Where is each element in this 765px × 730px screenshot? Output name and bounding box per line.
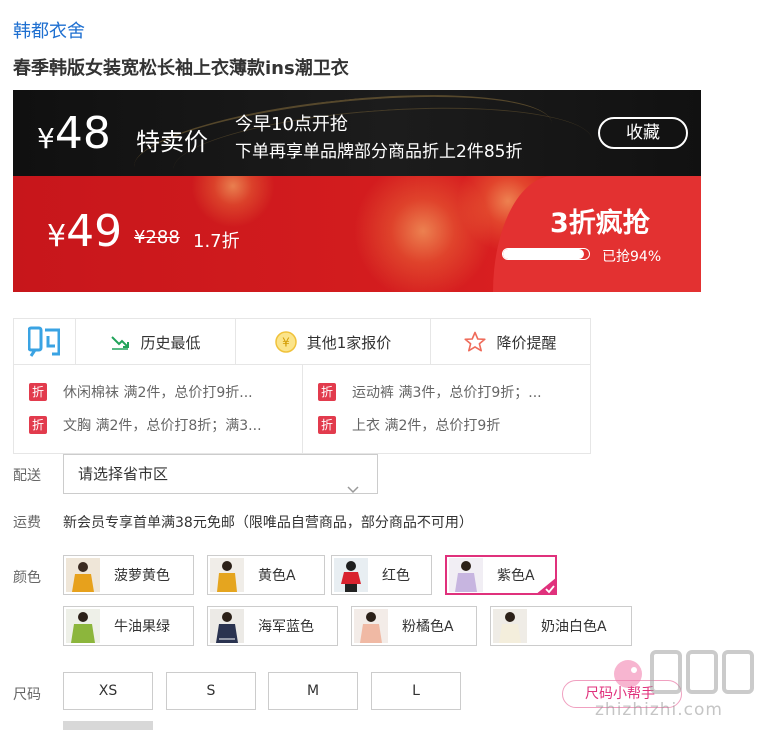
size-label: 尺码 xyxy=(13,687,41,703)
discount-badge: 折 xyxy=(29,383,47,401)
color-option-label: 海军蓝色 xyxy=(258,619,314,635)
color-option-label: 红色 xyxy=(382,568,410,584)
color-option[interactable]: 粉橘色A xyxy=(351,606,477,646)
flash-price-label: 特卖价 xyxy=(136,128,208,156)
promo-item[interactable]: 折运动裤 满3件，总价打9折；... xyxy=(318,382,542,402)
sold-percentage: 已抢94% xyxy=(602,249,662,265)
promo-divider xyxy=(302,365,303,453)
price-alert-button[interactable]: 降价提醒 xyxy=(430,319,590,365)
color-option[interactable]: 牛油果绿 xyxy=(63,606,194,646)
discount-rate: 1.7折 xyxy=(193,231,240,252)
color-option[interactable]: 黄色A xyxy=(207,555,325,595)
color-option-label: 牛油果绿 xyxy=(114,619,170,635)
color-option-label: 黄色A xyxy=(258,568,296,584)
sold-progress-fill xyxy=(503,249,584,259)
color-option-label: 粉橘色A xyxy=(402,619,454,635)
flash-price-value: 48 xyxy=(54,108,111,159)
other-offers-label: 其他1家报价 xyxy=(306,333,392,352)
chevron-down-icon xyxy=(347,470,359,508)
discount-badge: 折 xyxy=(318,416,336,434)
favorite-button[interactable]: 收藏 xyxy=(598,117,688,149)
color-thumbnail xyxy=(334,558,368,592)
product-title: 春季韩版女装宽松长袖上衣薄款ins潮卫衣 xyxy=(13,58,349,79)
delivery-label: 配送 xyxy=(13,468,41,484)
promo-text: 休闲棉袜 满2件，总价打9折... xyxy=(63,385,253,401)
size-option-s[interactable]: S xyxy=(166,672,256,710)
color-thumbnail xyxy=(66,609,100,643)
promo-item[interactable]: 折文胸 满2件，总价打8折；满3... xyxy=(29,415,262,435)
color-option[interactable]: 菠萝黄色 xyxy=(63,555,194,595)
price-tools-row: 历史最低 ¥ 其他1家报价 降价提醒 xyxy=(14,319,590,365)
promo-text: 运动裤 满3件，总价打9折；... xyxy=(352,385,542,401)
shipping-label: 运费 xyxy=(13,515,41,531)
yen-coin-icon: ¥ xyxy=(274,331,297,353)
color-option-label: 奶油白色A xyxy=(541,619,607,635)
color-thumbnail xyxy=(354,609,388,643)
promo-text: 文胸 满2件，总价打8折；满3... xyxy=(63,418,262,434)
selected-check-icon xyxy=(535,577,557,595)
color-option[interactable]: 红色 xyxy=(331,555,432,595)
star-icon xyxy=(464,331,487,353)
color-thumbnail xyxy=(210,558,244,592)
color-option-label: 紫色A xyxy=(497,568,535,584)
watermark-text: zhizhizhi.com xyxy=(595,700,723,720)
size-option-l[interactable]: L xyxy=(371,672,461,710)
shipping-text: 新会员专享首单满38元免邮（限唯品自营商品，部分商品不可用） xyxy=(63,515,473,531)
other-offers-button[interactable]: ¥ 其他1家报价 xyxy=(235,319,430,365)
sale-price-value: 49 xyxy=(66,206,123,257)
currency-symbol: ¥ xyxy=(47,219,67,254)
flash-price: ¥48 xyxy=(37,108,111,159)
color-thumbnail xyxy=(66,558,100,592)
price-info-panel: 历史最低 ¥ 其他1家报价 降价提醒 折休闲棉袜 满2件，总价打9折... 折运… xyxy=(13,318,591,454)
region-select-value: 请选择省市区 xyxy=(78,465,169,483)
price-alert-label: 降价提醒 xyxy=(496,333,557,352)
color-thumbnail xyxy=(449,558,483,592)
discount-badge: 折 xyxy=(318,383,336,401)
history-low-label: 历史最低 xyxy=(140,333,201,352)
promo-item[interactable]: 折休闲棉袜 满2件，总价打9折... xyxy=(29,382,253,402)
color-thumbnail xyxy=(493,609,527,643)
color-option-label: 菠萝黄色 xyxy=(114,568,170,584)
sale-banner: ¥49 ¥288 1.7折 3折疯抢 已抢94% xyxy=(13,176,701,292)
color-option[interactable]: 海军蓝色 xyxy=(207,606,338,646)
region-select[interactable]: 请选择省市区 xyxy=(63,454,378,494)
color-thumbnail xyxy=(210,609,244,643)
svg-text:¥: ¥ xyxy=(282,336,290,350)
gou-logo-icon xyxy=(27,326,61,358)
flash-sale-banner: ¥48 特卖价 今早10点开抢 下单再享单品牌部分商品折上2件85折 收藏 xyxy=(13,90,701,176)
sold-progress-bar xyxy=(502,248,590,260)
promo-text: 上衣 满2件，总价打9折 xyxy=(352,418,501,434)
sale-price: ¥49 xyxy=(47,206,122,257)
size-option-partial xyxy=(63,721,153,730)
firework-decoration xyxy=(188,176,278,231)
original-price: ¥288 xyxy=(134,227,180,248)
sale-headline: 3折疯抢 xyxy=(550,208,650,239)
history-low-button[interactable]: 历史最低 xyxy=(75,319,235,365)
trend-down-icon xyxy=(110,334,130,350)
color-label: 颜色 xyxy=(13,570,41,586)
store-name[interactable]: 韩都衣舍 xyxy=(13,17,85,43)
size-option-m[interactable]: M xyxy=(268,672,358,710)
color-option-selected[interactable]: 紫色A xyxy=(445,555,557,595)
currency-symbol: ¥ xyxy=(37,122,55,155)
size-option-xs[interactable]: XS xyxy=(63,672,153,710)
presale-time: 今早10点开抢 xyxy=(235,114,348,135)
presale-offer: 下单再享单品牌部分商品折上2件85折 xyxy=(235,142,523,162)
discount-badge: 折 xyxy=(29,416,47,434)
promo-item[interactable]: 折上衣 满2件，总价打9折 xyxy=(318,415,500,435)
